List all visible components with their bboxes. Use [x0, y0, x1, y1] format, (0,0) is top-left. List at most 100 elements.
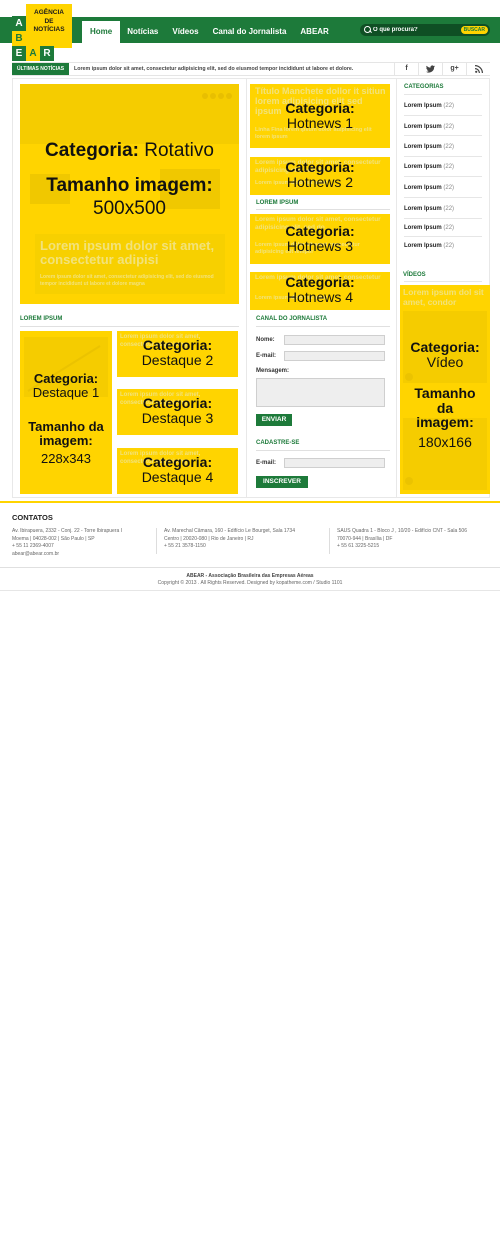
- page-end-divider: [0, 590, 500, 591]
- mensagem-textarea[interactable]: [256, 378, 385, 407]
- address-phone: + 55 61 3225-5215: [337, 543, 380, 549]
- logo-letter: R: [40, 46, 54, 61]
- email-field[interactable]: [284, 351, 385, 361]
- abear-logo[interactable]: AGÊNCIA DE NOTÍCIAS A B E A R: [12, 4, 72, 61]
- cadastre-email-label: E-mail:: [256, 460, 277, 466]
- destaque-4[interactable]: Lorem ipsum dolor sit amet, consectetur …: [117, 448, 238, 494]
- list-divider: [404, 218, 482, 219]
- videos-title: VÍDEOS: [403, 272, 426, 278]
- nav-noticias[interactable]: Notícias: [120, 21, 165, 43]
- rotativo-size: 500x500: [93, 198, 166, 219]
- rss-icon[interactable]: [466, 63, 490, 75]
- nav-videos[interactable]: Vídeos: [165, 21, 205, 43]
- address-email[interactable]: abear@abear.com.br: [12, 551, 157, 559]
- category-count: (22): [443, 243, 455, 249]
- main-nav: Home Notícias Vídeos Canal do Jornalista…: [82, 21, 336, 43]
- logo-spacer: [40, 31, 54, 46]
- destaque-category: Categoria: Destaque 4: [117, 455, 238, 484]
- category-name: Hotnews 3: [286, 237, 354, 254]
- category-link[interactable]: Lorem Ipsum (22): [404, 144, 482, 150]
- search-box: BUSCAR: [360, 24, 490, 36]
- rotativo-slider[interactable]: Categoria: Rotativo Tamanho imagem: 500x…: [20, 84, 239, 304]
- category-label: Categoria:: [33, 371, 99, 386]
- category-label: Categoria:: [410, 339, 480, 355]
- nav-abear[interactable]: ABEAR: [293, 21, 335, 43]
- address-phone: + 55 11 2369-4007: [12, 543, 54, 549]
- footer-divider: [0, 501, 500, 503]
- cadastre-email-field[interactable]: [284, 458, 385, 468]
- enviar-button[interactable]: ENVIAR: [256, 414, 292, 426]
- nome-label: Nome:: [256, 337, 275, 343]
- category-link[interactable]: Lorem Ipsum (22): [404, 185, 482, 191]
- address-line: SAUS Quadra 1 - Bloco J , 10/20 - Edifíc…: [337, 528, 467, 534]
- twitter-icon[interactable]: [418, 63, 442, 75]
- category-link[interactable]: Lorem Ipsum (22): [404, 164, 482, 170]
- section-divider: [20, 326, 239, 327]
- list-divider: [404, 176, 482, 177]
- video-size-label: Tamanho da imagem:: [414, 385, 476, 431]
- footer-column-divider: [329, 528, 330, 554]
- category-link-label: Lorem Ipsum: [404, 124, 442, 130]
- inscrever-button[interactable]: INSCREVER: [256, 476, 308, 488]
- facebook-icon[interactable]: f: [394, 63, 418, 75]
- category-count: (22): [443, 103, 455, 109]
- logo-letters: A B E A R: [12, 16, 54, 61]
- list-divider: [404, 135, 482, 136]
- address-sao-paulo: Av. Ibirapuera, 2332 - Conj. 22 - Torre …: [12, 528, 157, 558]
- destaque-1[interactable]: Categoria: Destaque 1 Tamanho da imagem: …: [20, 331, 112, 494]
- list-divider: [404, 236, 482, 237]
- address-brasilia: SAUS Quadra 1 - Bloco J , 10/20 - Edifíc…: [337, 528, 497, 551]
- hotnews-1[interactable]: Título Manchete dollor it sitiun lorem a…: [250, 84, 390, 148]
- destaque-category: Categoria: Destaque 1: [20, 372, 112, 399]
- email-label: E-mail:: [256, 353, 277, 359]
- nav-canal-do-jornalista[interactable]: Canal do Jornalista: [206, 21, 294, 43]
- nav-home[interactable]: Home: [82, 21, 121, 43]
- nome-field[interactable]: [284, 335, 385, 345]
- category-name: Destaque 1: [32, 384, 100, 400]
- hotnews-4[interactable]: Lorem ipsum dolor sit amet, consectetur …: [250, 272, 390, 310]
- rotativo-category: Categoria: Rotativo: [20, 141, 239, 161]
- category-label: Categoria:: [142, 337, 213, 353]
- category-count: (22): [443, 206, 455, 212]
- rotativo-size-label: Tamanho imagem:: [46, 175, 213, 196]
- destaque-2[interactable]: Lorem ipsum dolor sit amet, consectetur …: [117, 331, 238, 377]
- category-name: Destaque 2: [141, 351, 214, 368]
- address-line: Av. Ibirapuera, 2332 - Conj. 22 - Torre …: [12, 528, 123, 534]
- category-name: Hotnews 4: [286, 288, 354, 305]
- search-button[interactable]: BUSCAR: [460, 26, 488, 34]
- footer-column-divider: [156, 528, 157, 554]
- ticker-text[interactable]: Lorem ipsum dolor sit amet, consectetur …: [74, 63, 353, 75]
- category-label: Categoria:: [285, 223, 355, 239]
- logo-letter: E: [12, 46, 26, 61]
- category-count: (22): [443, 144, 455, 150]
- category-link[interactable]: Lorem Ipsum (22): [404, 206, 482, 212]
- hotnews-3[interactable]: Lorem ipsum dolor sit amet, consectetur …: [250, 214, 390, 264]
- video-block[interactable]: Lorem ipsum dol sit amet, condor Categor…: [400, 285, 490, 494]
- category-label: Categoria:: [285, 159, 355, 175]
- hotnews-category: Categoria: Hotnews 1: [250, 101, 390, 130]
- section-divider: [256, 450, 390, 451]
- category-link-label: Lorem Ipsum: [404, 103, 442, 109]
- address-phone: + 55 21 3578-1150: [164, 543, 206, 549]
- category-link[interactable]: Lorem Ipsum (22): [404, 103, 482, 109]
- googleplus-icon[interactable]: g+: [442, 63, 466, 75]
- category-count: (22): [443, 185, 455, 191]
- copyright: Copyright © 2013 . All Rights Reserved. …: [157, 580, 343, 586]
- category-link[interactable]: Lorem Ipsum (22): [404, 243, 482, 249]
- canal-section-title: CANAL DO JORNALISTA: [256, 316, 328, 322]
- column-divider: [246, 78, 247, 498]
- destaque-category: Categoria: Destaque 3: [117, 396, 238, 425]
- category-name: Hotnews 1: [286, 114, 354, 131]
- category-link-label: Lorem Ipsum: [404, 206, 442, 212]
- org-name: ABEAR - Associação Brasileira das Empres…: [186, 573, 314, 579]
- address-rio: Av. Marechal Câmara, 160 - Edifício Le B…: [164, 528, 326, 551]
- category-name: Destaque 4: [141, 468, 214, 485]
- category-link[interactable]: Lorem Ipsum (22): [404, 225, 482, 231]
- cadastre-section-title: CADASTRE-SE: [256, 440, 300, 446]
- category-link[interactable]: Lorem Ipsum (22): [404, 124, 482, 130]
- hotnews-2[interactable]: Lorem ipsum dolor sit amet, consectetur …: [250, 157, 390, 195]
- destaque-3[interactable]: Lorem ipsum dolor sit amet, consectetur …: [117, 389, 238, 435]
- search-input[interactable]: [373, 27, 457, 33]
- list-divider: [404, 156, 482, 157]
- category-name: Hotnews 2: [286, 173, 354, 190]
